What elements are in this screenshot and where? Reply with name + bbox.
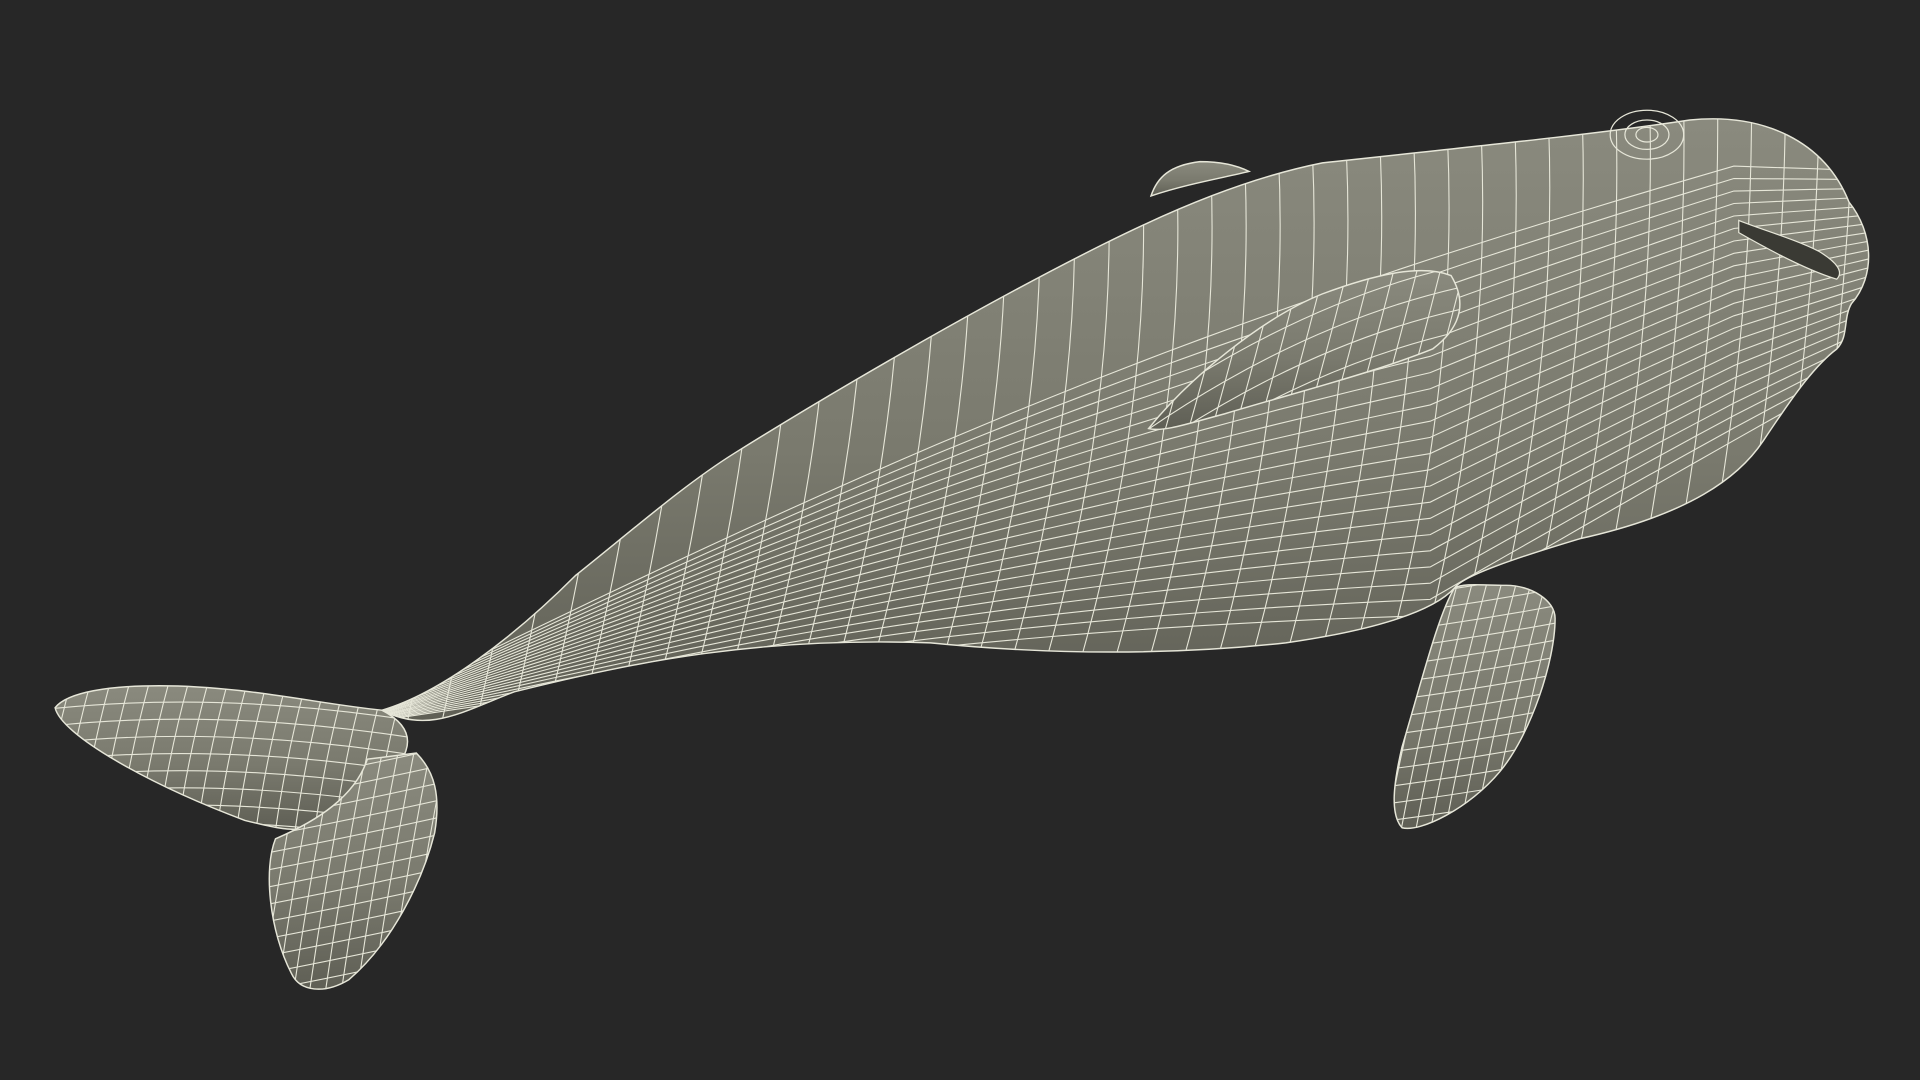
viewport-canvas (0, 0, 1920, 1080)
